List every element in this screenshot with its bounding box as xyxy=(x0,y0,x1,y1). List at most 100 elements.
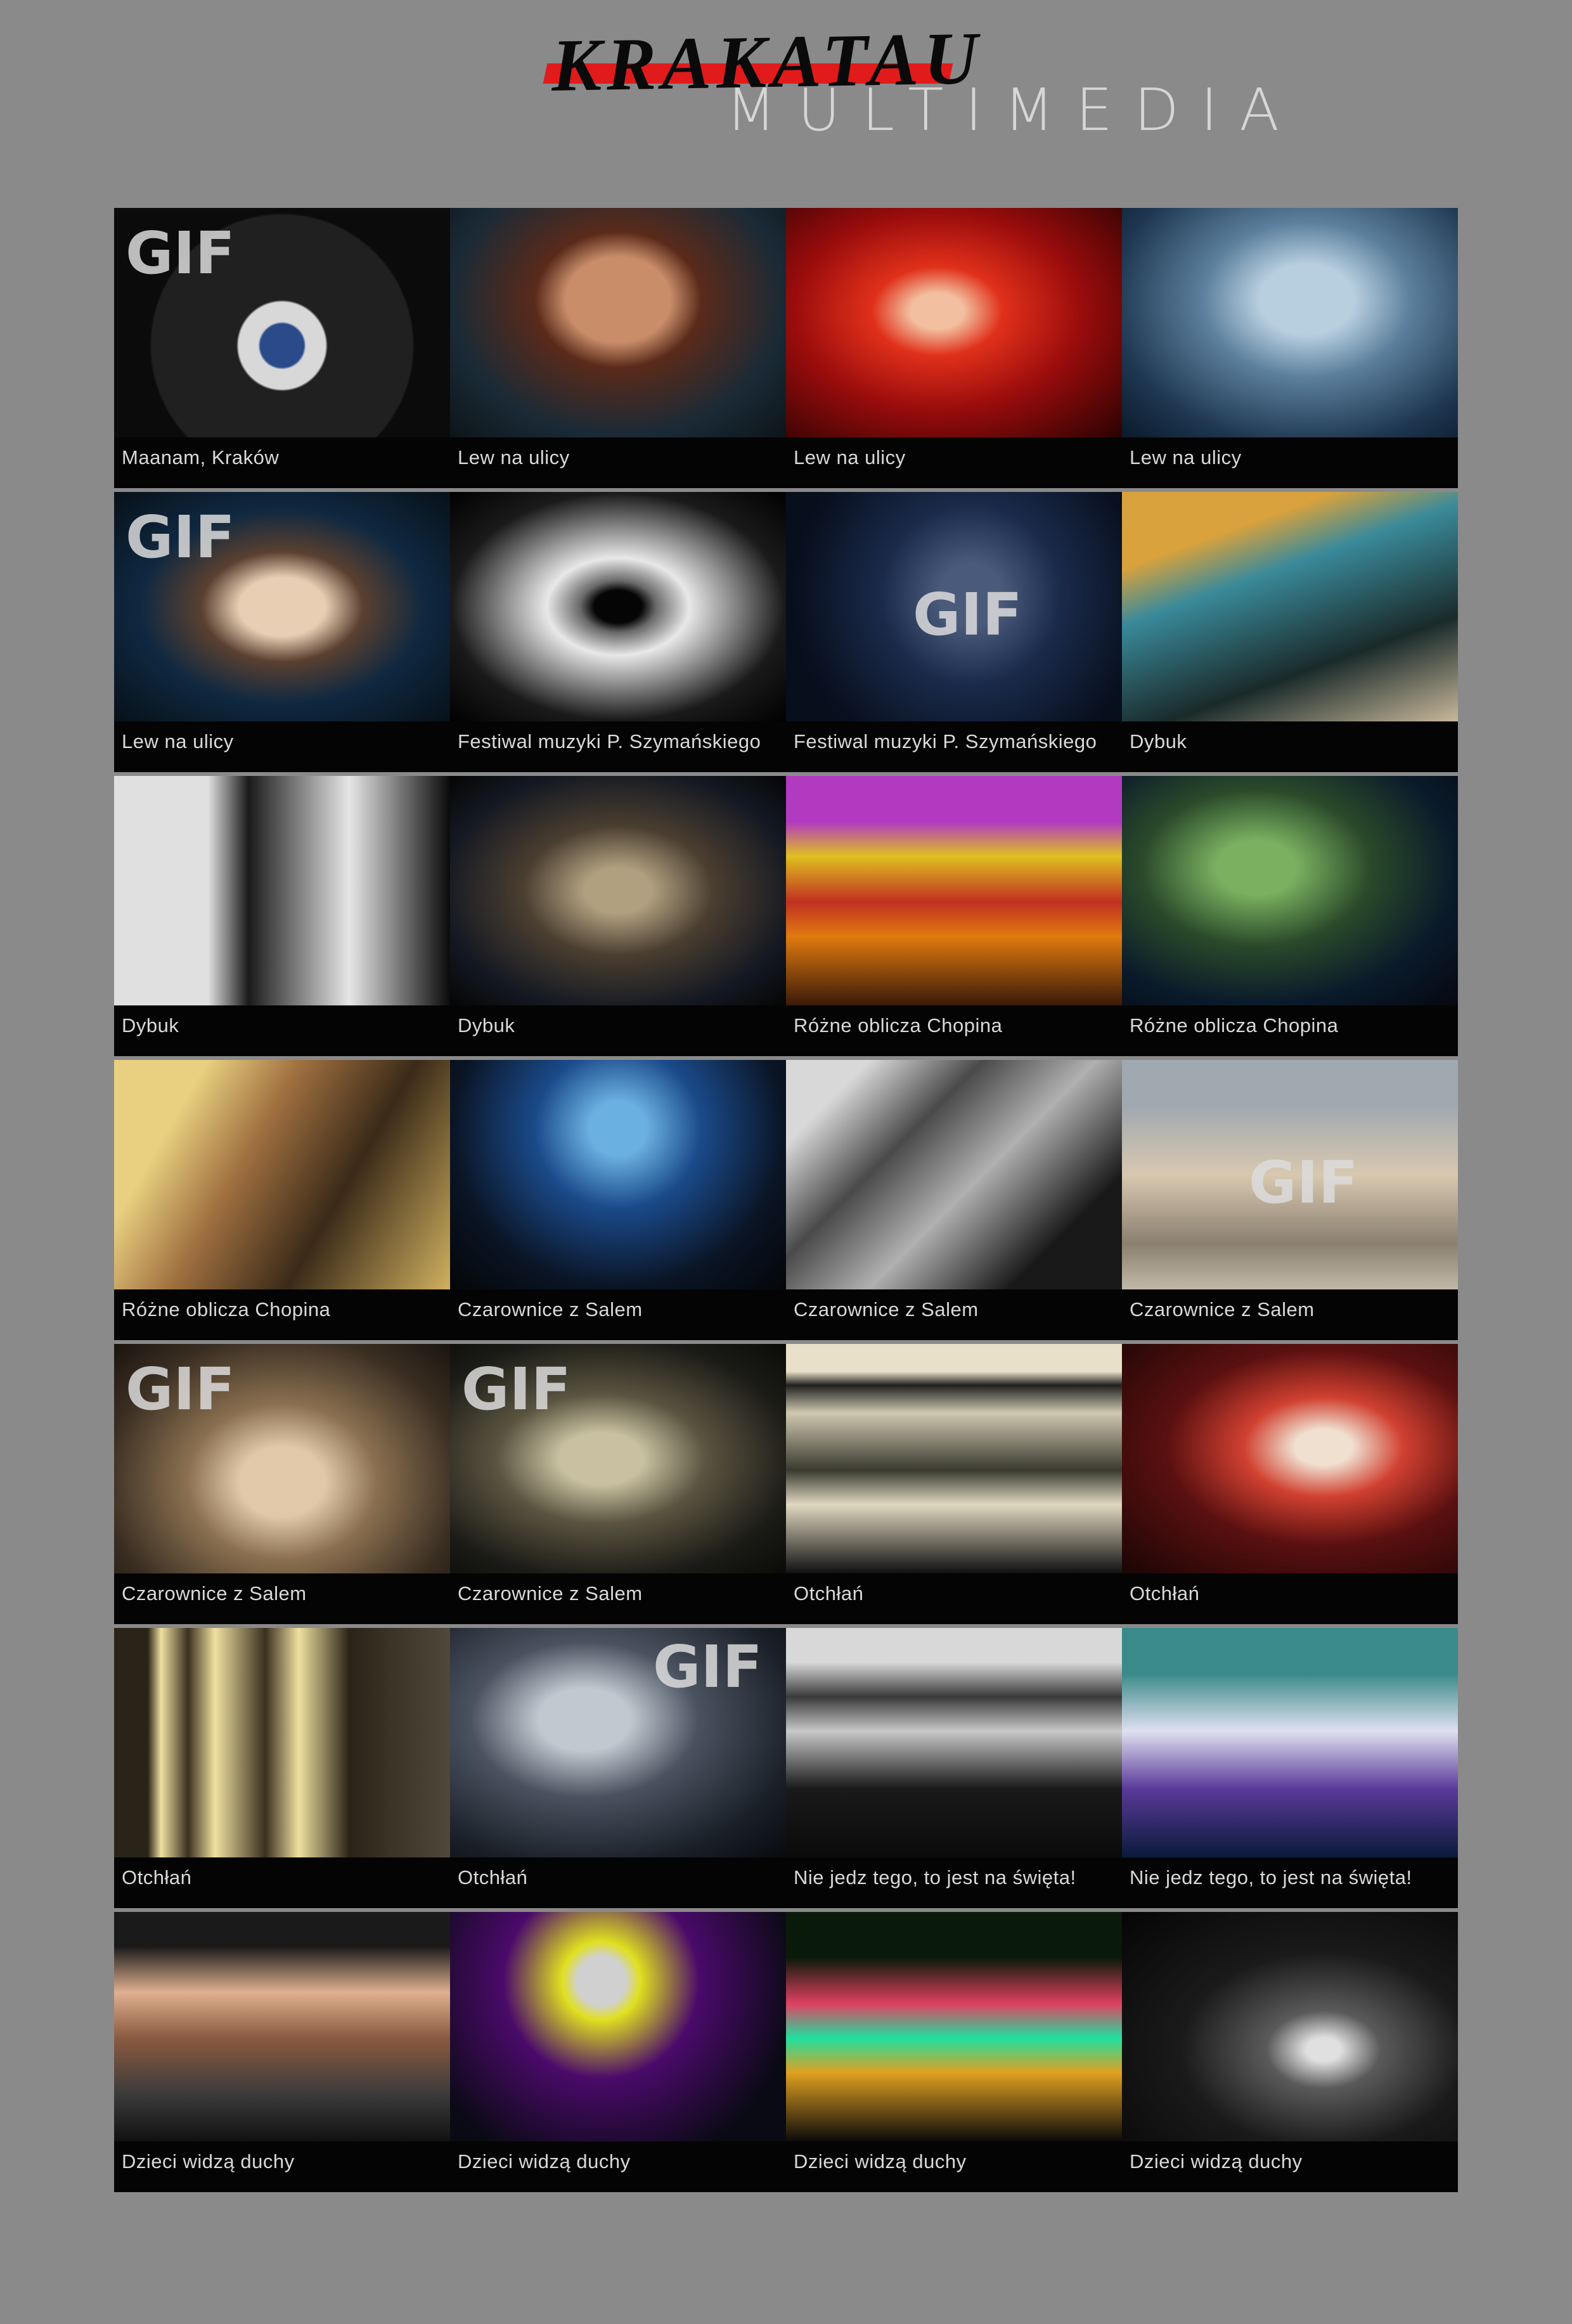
tile-caption: Dybuk xyxy=(458,1014,515,1036)
tile-caption: Festiwal muzyki P. Szymańskiego xyxy=(794,730,1097,752)
tile-thumbnail[interactable] xyxy=(1122,1912,1458,2141)
tile-thumbnail[interactable] xyxy=(114,1912,450,2141)
tile-caption: Lew na ulicy xyxy=(1130,446,1242,468)
tile-thumbnail[interactable] xyxy=(1122,492,1458,721)
portfolio-tile[interactable]: Czarownice z Salem xyxy=(786,1060,1122,1340)
portfolio-tile[interactable]: Dybuk xyxy=(450,776,786,1056)
tile-caption: Dybuk xyxy=(1130,730,1187,752)
tile-thumbnail[interactable] xyxy=(786,776,1122,1005)
tile-thumbnail[interactable]: GIF xyxy=(450,1628,786,1857)
tile-caption: Dzieci widzą duchy xyxy=(122,2150,295,2172)
tile-caption: Otchłań xyxy=(122,1866,192,1888)
portfolio-tile[interactable]: Otchłań xyxy=(114,1628,450,1908)
portfolio-tile[interactable]: Nie jedz tego, to jest na święta! xyxy=(1122,1628,1458,1908)
gif-badge: GIF xyxy=(126,219,235,287)
grid-row: Różne oblicza Chopina Czarownice z Salem C… xyxy=(114,1060,1458,1344)
tile-caption: Maanam, Kraków xyxy=(122,446,280,468)
portfolio-tile[interactable]: GIF Otchłań xyxy=(450,1628,786,1908)
portfolio-tile[interactable]: GIF Czarownice z Salem xyxy=(1122,1060,1458,1340)
portfolio-tile[interactable]: Dzieci widzą duchy xyxy=(114,1912,450,2192)
tile-thumbnail[interactable] xyxy=(786,1912,1122,2141)
gif-badge: GIF xyxy=(126,503,235,571)
tile-caption: Różne oblicza Chopina xyxy=(1130,1014,1339,1036)
portfolio-tile[interactable]: GIF Lew na ulicy xyxy=(114,492,450,772)
portfolio-grid: GIF Maanam, Kraków Lew na ulicy Lew na ulic… xyxy=(114,208,1458,2196)
portfolio-tile[interactable]: Czarownice z Salem xyxy=(450,1060,786,1340)
tile-caption: Otchłań xyxy=(794,1582,864,1604)
tile-thumbnail[interactable]: GIF xyxy=(450,1344,786,1573)
tile-thumbnail[interactable]: GIF xyxy=(114,1344,450,1573)
tile-caption: Czarownice z Salem xyxy=(458,1582,643,1604)
tile-caption: Dzieci widzą duchy xyxy=(794,2150,967,2172)
portfolio-tile[interactable]: Otchłań xyxy=(786,1344,1122,1624)
portfolio-tile[interactable]: Dzieci widzą duchy xyxy=(450,1912,786,2192)
portfolio-tile[interactable]: Nie jedz tego, to jest na święta! xyxy=(786,1628,1122,1908)
tile-caption: Otchłań xyxy=(1130,1582,1200,1604)
portfolio-tile[interactable]: Różne oblicza Chopina xyxy=(114,1060,450,1340)
grid-row: GIF Maanam, Kraków Lew na ulicy Lew na ulic… xyxy=(114,208,1458,492)
tile-caption: Czarownice z Salem xyxy=(458,1298,643,1320)
tile-caption: Lew na ulicy xyxy=(794,446,906,468)
logo[interactable]: KRAKATAU MULTIMEDIA xyxy=(543,16,1279,144)
grid-row: Dybuk Dybuk Różne oblicza Chopina Różne obl… xyxy=(114,776,1458,1060)
tile-caption: Dzieci widzą duchy xyxy=(458,2150,631,2172)
grid-row: GIF Czarownice z Salem GIF Czarownice z Sal… xyxy=(114,1344,1458,1628)
tile-caption: Nie jedz tego, to jest na święta! xyxy=(794,1866,1076,1888)
portfolio-tile[interactable]: Dybuk xyxy=(1122,492,1458,772)
tile-thumbnail[interactable] xyxy=(114,1628,450,1857)
portfolio-tile[interactable]: Lew na ulicy xyxy=(786,208,1122,488)
tile-caption: Czarownice z Salem xyxy=(122,1582,307,1604)
tile-caption: Otchłań xyxy=(458,1866,528,1888)
tile-caption: Dzieci widzą duchy xyxy=(1130,2150,1303,2172)
gif-badge: GIF xyxy=(461,1355,571,1423)
tile-thumbnail[interactable]: GIF xyxy=(114,492,450,721)
tile-thumbnail[interactable] xyxy=(1122,776,1458,1005)
tile-caption: Lew na ulicy xyxy=(122,730,234,752)
tile-thumbnail[interactable] xyxy=(114,1060,450,1289)
portfolio-tile[interactable]: GIF Czarownice z Salem xyxy=(450,1344,786,1624)
portfolio-tile[interactable]: Dzieci widzą duchy xyxy=(786,1912,1122,2192)
portfolio-tile[interactable]: GIF Czarownice z Salem xyxy=(114,1344,450,1624)
gif-badge: GIF xyxy=(913,581,1022,649)
portfolio-tile[interactable]: Otchłań xyxy=(1122,1344,1458,1624)
tile-thumbnail[interactable] xyxy=(450,1912,786,2141)
tile-caption: Różne oblicza Chopina xyxy=(794,1014,1003,1036)
tile-thumbnail[interactable] xyxy=(450,776,786,1005)
portfolio-tile[interactable]: Różne oblicza Chopina xyxy=(1122,776,1458,1056)
portfolio-tile[interactable]: Festiwal muzyki P. Szymańskiego xyxy=(450,492,786,772)
grid-row: Dzieci widzą duchy Dzieci widzą duchy Dzie… xyxy=(114,1912,1458,2196)
tile-thumbnail[interactable] xyxy=(450,1060,786,1289)
tile-thumbnail[interactable] xyxy=(786,1344,1122,1573)
tile-thumbnail[interactable] xyxy=(114,776,450,1005)
portfolio-tile[interactable]: Lew na ulicy xyxy=(450,208,786,488)
portfolio-tile[interactable]: Różne oblicza Chopina xyxy=(786,776,1122,1056)
tile-caption: Lew na ulicy xyxy=(458,446,570,468)
portfolio-tile[interactable]: GIF Maanam, Kraków xyxy=(114,208,450,488)
tile-thumbnail[interactable] xyxy=(1122,208,1458,437)
portfolio-tile[interactable]: Dybuk xyxy=(114,776,450,1056)
tile-thumbnail[interactable] xyxy=(450,492,786,721)
tile-thumbnail[interactable]: GIF xyxy=(1122,1060,1458,1289)
tile-thumbnail[interactable] xyxy=(450,208,786,437)
tile-caption: Czarownice z Salem xyxy=(1130,1298,1315,1320)
tile-thumbnail[interactable] xyxy=(786,208,1122,437)
grid-row: GIF Lew na ulicy Festiwal muzyki P. Szymań… xyxy=(114,492,1458,776)
tile-thumbnail[interactable] xyxy=(786,1628,1122,1857)
tile-caption: Festiwal muzyki P. Szymańskiego xyxy=(458,730,761,752)
portfolio-tile[interactable]: Lew na ulicy xyxy=(1122,208,1458,488)
tile-thumbnail[interactable] xyxy=(1122,1344,1458,1573)
tile-caption: Czarownice z Salem xyxy=(794,1298,979,1320)
tile-thumbnail[interactable] xyxy=(786,1060,1122,1289)
tile-thumbnail[interactable]: GIF xyxy=(114,208,450,437)
logo-subtitle: MULTIMEDIA xyxy=(726,76,1301,144)
gif-badge: GIF xyxy=(1249,1149,1358,1217)
portfolio-tile[interactable]: GIF Festiwal muzyki P. Szymańskiego xyxy=(786,492,1122,772)
tile-thumbnail[interactable] xyxy=(1122,1628,1458,1857)
tile-caption: Różne oblicza Chopina xyxy=(122,1298,331,1320)
gif-badge: GIF xyxy=(653,1633,763,1701)
tile-thumbnail[interactable]: GIF xyxy=(786,492,1122,721)
tile-caption: Dybuk xyxy=(122,1014,179,1036)
grid-row: Otchłań GIF Otchłań Nie jedz tego, to jest … xyxy=(114,1628,1458,1912)
portfolio-tile[interactable]: Dzieci widzą duchy xyxy=(1122,1912,1458,2192)
gif-badge: GIF xyxy=(126,1355,235,1423)
